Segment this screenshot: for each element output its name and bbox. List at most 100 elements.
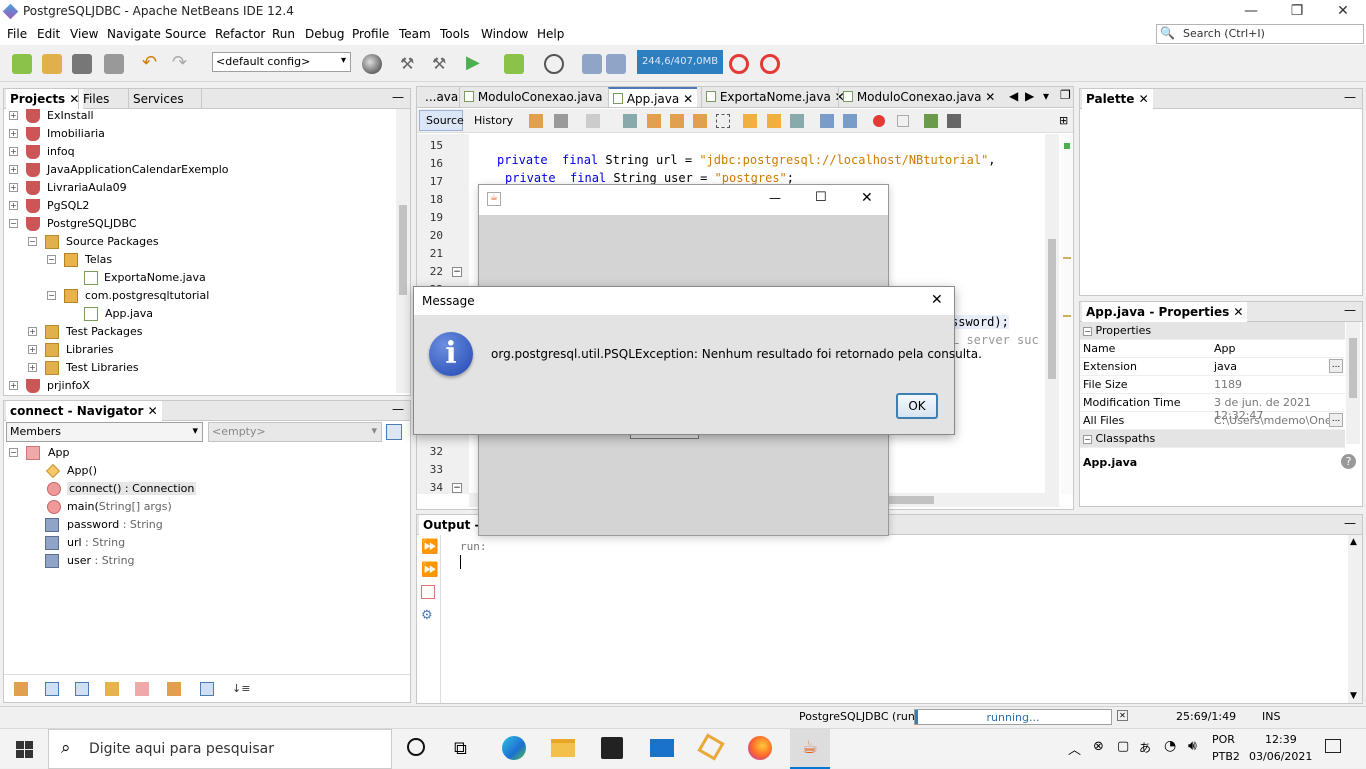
build-icon[interactable]: ⚒ bbox=[400, 54, 420, 74]
toggle-highlight-icon[interactable] bbox=[693, 114, 707, 128]
tree-item[interactable]: password : String bbox=[4, 516, 404, 534]
tab-projects[interactable]: Projects ✕ bbox=[6, 89, 84, 109]
projects-scrollbar[interactable] bbox=[396, 109, 410, 393]
menu-file[interactable]: File bbox=[7, 27, 27, 41]
ime-icon[interactable]: あ bbox=[1139, 739, 1151, 756]
fold-icon[interactable]: − bbox=[452, 267, 462, 277]
tree-item[interactable]: user : String bbox=[4, 552, 404, 570]
minimize-panel-icon[interactable]: — bbox=[1344, 90, 1356, 104]
code-line-16[interactable]: private final String url = "jdbc:postgre… bbox=[497, 153, 996, 167]
mail-icon[interactable] bbox=[650, 739, 674, 757]
next-bookmark-icon[interactable] bbox=[767, 114, 781, 128]
property-row[interactable]: Name App bbox=[1080, 340, 1345, 358]
menu-edit[interactable]: Edit bbox=[37, 27, 60, 41]
tree-item[interactable]: url : String bbox=[4, 534, 404, 552]
expand-icon[interactable]: ⊞ bbox=[1059, 114, 1073, 128]
rect-select-icon[interactable] bbox=[716, 114, 730, 128]
maximize-button[interactable]: ☐ bbox=[815, 190, 827, 205]
store-icon[interactable] bbox=[601, 737, 623, 759]
find-next-icon[interactable] bbox=[670, 114, 684, 128]
toggle-bookmark-icon[interactable] bbox=[790, 114, 804, 128]
filter-select[interactable]: <empty> ▾ bbox=[208, 422, 382, 442]
save-all-icon[interactable] bbox=[104, 54, 124, 74]
edge-icon[interactable] bbox=[502, 736, 526, 760]
memory-indicator[interactable]: 244,6/407,0MB bbox=[637, 50, 723, 74]
prev-bookmark-icon[interactable] bbox=[743, 114, 757, 128]
tab-scroll-left-icon[interactable]: ◀ bbox=[1009, 89, 1018, 103]
menu-view[interactable]: View bbox=[70, 27, 98, 41]
menu-help[interactable]: Help bbox=[537, 27, 564, 41]
code-line-17[interactable]: private final String user = "postgres"; bbox=[505, 171, 794, 185]
new-project-icon[interactable] bbox=[42, 54, 62, 74]
run-icon[interactable]: ▶ bbox=[466, 54, 486, 74]
close-button[interactable]: ✕ bbox=[861, 190, 873, 206]
taskbar-search-input[interactable]: ⌕ Digite aqui para pesquisar bbox=[48, 729, 392, 769]
profile-icon[interactable] bbox=[544, 54, 564, 74]
volume-icon[interactable]: 🔊︎ bbox=[1188, 738, 1197, 754]
sort-alpha-icon[interactable] bbox=[200, 682, 214, 696]
netbeans-taskbar-icon[interactable] bbox=[697, 733, 725, 761]
chevron-up-icon[interactable]: ︿ bbox=[1068, 739, 1081, 758]
maximize-editor-icon[interactable]: ❐ bbox=[1060, 88, 1071, 102]
find-prev-icon[interactable] bbox=[647, 114, 661, 128]
tab-services[interactable]: Services bbox=[128, 89, 202, 109]
editor-tab[interactable]: ModuloConexao.java ✕ bbox=[838, 87, 999, 107]
start-macro-icon[interactable] bbox=[873, 115, 885, 127]
sort-icon[interactable] bbox=[167, 682, 181, 696]
property-row[interactable]: All Files C:\Users\mdemo\One...... bbox=[1080, 412, 1345, 430]
uncomment-icon[interactable] bbox=[947, 114, 961, 128]
menu-team[interactable]: Team bbox=[399, 27, 431, 41]
notification-icon[interactable] bbox=[1325, 739, 1341, 753]
menu-refactor[interactable]: Refactor bbox=[215, 27, 265, 41]
close-button[interactable]: ✕ bbox=[1320, 0, 1366, 23]
cortana-icon[interactable] bbox=[407, 738, 425, 756]
editor-vscrollbar[interactable] bbox=[1045, 134, 1059, 494]
network-icon[interactable]: ⊗ bbox=[1093, 739, 1104, 754]
file-explorer-icon[interactable] bbox=[551, 739, 575, 757]
gc-icon[interactable] bbox=[582, 54, 602, 74]
properties-scrollbar[interactable] bbox=[1346, 322, 1360, 444]
cancel-task-icon[interactable]: ✕ bbox=[1117, 710, 1128, 721]
static-icon[interactable] bbox=[75, 682, 89, 696]
clock-time[interactable]: 12:39 bbox=[1265, 733, 1297, 746]
tab-properties[interactable]: App.java - Properties ✕ bbox=[1082, 302, 1248, 322]
tab-palette[interactable]: Palette ✕ bbox=[1082, 89, 1153, 109]
minimize-button[interactable]: — bbox=[769, 191, 781, 205]
open-project-icon[interactable] bbox=[72, 54, 92, 74]
dialog-close-button[interactable]: ✕ bbox=[931, 292, 943, 308]
find-icon[interactable] bbox=[623, 114, 637, 128]
fields-icon[interactable] bbox=[45, 682, 59, 696]
lock-icon[interactable] bbox=[105, 682, 119, 696]
menu-profile[interactable]: Profile bbox=[352, 27, 389, 41]
firefox-icon[interactable] bbox=[748, 736, 772, 760]
menu-debug[interactable]: Debug bbox=[305, 27, 344, 41]
hotspot-icon[interactable] bbox=[729, 54, 749, 74]
clean-build-icon[interactable]: ⚒ bbox=[432, 54, 452, 74]
menu-navigate[interactable]: Navigate bbox=[107, 27, 161, 41]
stop-macro-icon[interactable] bbox=[897, 115, 909, 127]
config-select[interactable]: <default config> ▾ bbox=[212, 52, 351, 72]
stop-icon[interactable] bbox=[421, 585, 435, 599]
editor-tab[interactable]: ExportaNome.java ✕ bbox=[701, 87, 849, 107]
settings-icon[interactable]: ⚙ bbox=[421, 608, 435, 623]
snapshot-icon[interactable] bbox=[606, 54, 626, 74]
rerun-with-args-icon[interactable]: ⏩ bbox=[421, 562, 438, 578]
back-icon[interactable] bbox=[554, 114, 568, 128]
editor-tab[interactable]: ModuloConexao.java ✕ bbox=[459, 87, 620, 107]
windows-start-icon[interactable] bbox=[16, 741, 33, 758]
progress-bar[interactable]: running... bbox=[914, 709, 1112, 725]
tree-item[interactable]: connect() : Connection bbox=[4, 480, 404, 498]
java-taskbar-icon[interactable]: ☕ bbox=[790, 729, 830, 769]
help-icon[interactable]: ? bbox=[1341, 454, 1356, 469]
clock-date[interactable]: 03/06/2021 bbox=[1249, 750, 1312, 763]
hotspot2-icon[interactable] bbox=[760, 54, 780, 74]
undo-icon[interactable]: ↶ bbox=[142, 54, 162, 74]
navigator-config-icon[interactable] bbox=[386, 424, 402, 440]
meet-icon[interactable]: ▢ bbox=[1117, 739, 1129, 754]
editor-tab[interactable]: ...ava bbox=[421, 87, 462, 107]
rerun-icon[interactable]: ⏩ bbox=[421, 539, 438, 555]
subtab-history[interactable]: History bbox=[469, 110, 518, 131]
menu-window[interactable]: Window bbox=[481, 27, 528, 41]
minimize-panel-icon[interactable]: — bbox=[392, 90, 404, 104]
ellipsis-button[interactable]: ... bbox=[1329, 359, 1343, 373]
